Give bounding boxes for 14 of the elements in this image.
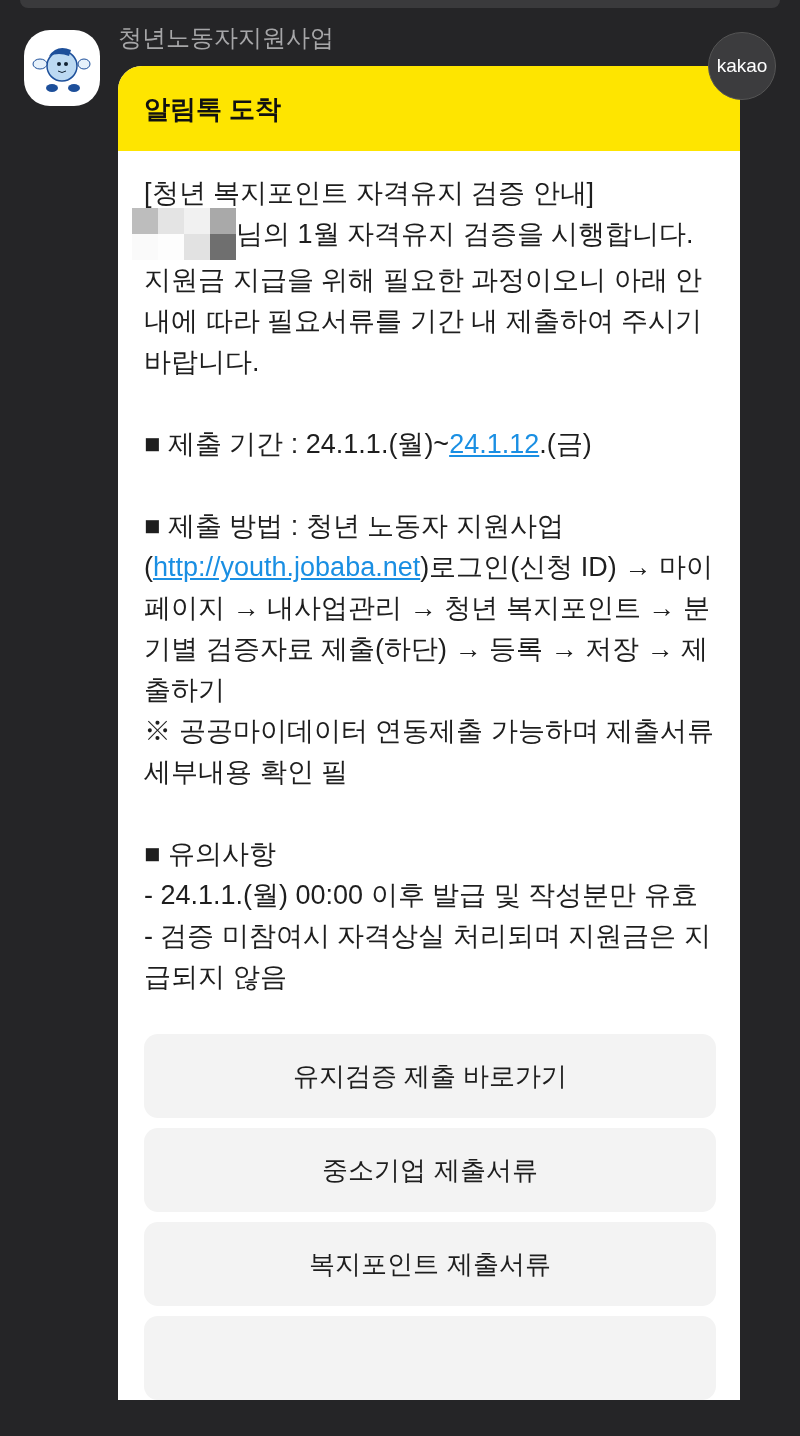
message-text: ※ 공공마이데이터 연동제출 가능하며 제출서류 세부내용 확인 필 bbox=[144, 715, 715, 789]
message-text: - 24.1.1.(월) 00:00 이후 발급 및 작성분만 유효 bbox=[144, 879, 699, 912]
mascot-avatar[interactable] bbox=[24, 30, 100, 106]
action-button[interactable]: 중소기업 제출서류 bbox=[144, 1128, 716, 1212]
action-button[interactable]: 복지포인트 제출서류 bbox=[144, 1222, 716, 1306]
message-text: - 검증 미참여시 자격상실 처리되며 지원금은 지급되지 않음 bbox=[144, 920, 712, 994]
message-text: ■ 유의사항 bbox=[144, 838, 277, 871]
message-text: ■ 제출 기간 : 24.1.1.(월)~24.1.12.(금) bbox=[144, 428, 593, 461]
message-text: ■ 제출 방법 : 청년 노동자 지원사업(http://youth.jobaba.net)로그인(신청 ID) → 마이페이지 → 내사업관리 → 청년 복지포인트 → 분기별 검증자료 제출(하단) → 등록 → 저장 → 제출하기 bbox=[144, 510, 714, 707]
sender-name: 청년노동자지원사업 bbox=[118, 23, 334, 53]
message-text: 지원금 지급을 위해 필요한 과정이오니 아래 안내에 따라 필요서류를 기간 내 제출하여 주시기 바랍니다. bbox=[144, 264, 703, 379]
message-title: [청년 복지포인트 자격유지 검증 안내] bbox=[144, 177, 595, 210]
message-text: 님의 1월 자격유지 검증을 시행합니다. bbox=[236, 218, 695, 251]
action-button[interactable]: 유지검증 제출 바로가기 bbox=[144, 1034, 716, 1118]
